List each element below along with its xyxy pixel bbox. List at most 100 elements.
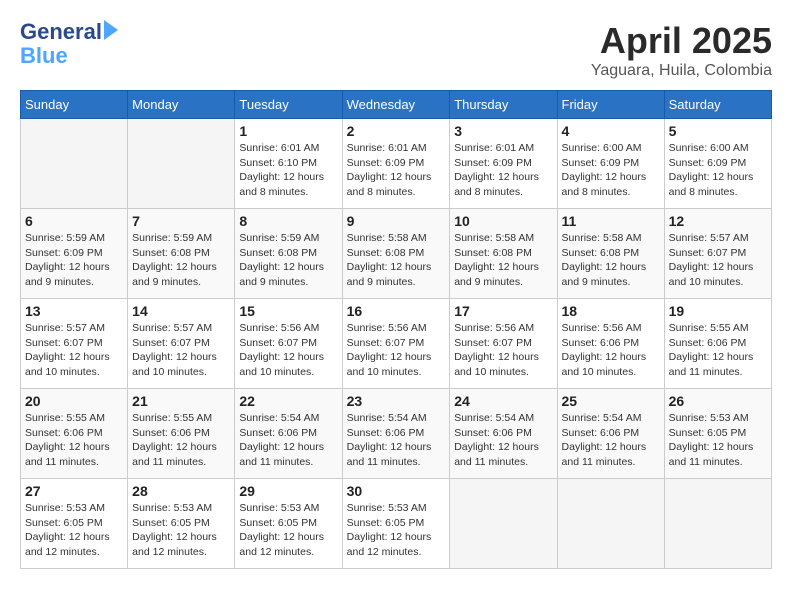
calendar-cell: 22 Sunrise: 5:54 AM Sunset: 6:06 PM Dayli… <box>235 389 342 479</box>
calendar-cell: 24Sunrise: 5:54 AM Sunset: 6:06 PM Dayli… <box>450 389 557 479</box>
day-number: 19 <box>669 303 767 319</box>
weekday-header-wednesday: Wednesday <box>342 91 450 119</box>
calendar-cell: 19 Sunrise: 5:55 AM Sunset: 6:06 PM Dayli… <box>664 299 771 389</box>
day-info: Sunrise: 5:59 AM Sunset: 6:08 PM Dayligh… <box>239 231 337 290</box>
calendar-cell: 13Sunrise: 5:57 AM Sunset: 6:07 PM Dayli… <box>21 299 128 389</box>
calendar-cell <box>128 119 235 209</box>
day-number: 3 <box>454 123 552 139</box>
calendar-cell: 5Sunrise: 6:00 AM Sunset: 6:09 PM Daylig… <box>664 119 771 209</box>
day-info: Sunrise: 5:58 AM Sunset: 6:08 PM Dayligh… <box>454 231 552 290</box>
day-number: 7 <box>132 213 230 229</box>
calendar-cell <box>21 119 128 209</box>
calendar-cell: 6 Sunrise: 5:59 AM Sunset: 6:09 PM Daylig… <box>21 209 128 299</box>
calendar-cell: 3 Sunrise: 6:01 AM Sunset: 6:09 PM Daylig… <box>450 119 557 209</box>
day-number: 9 <box>347 213 446 229</box>
day-info: Sunrise: 5:55 AM Sunset: 6:06 PM Dayligh… <box>669 321 767 380</box>
week-row-4: 20 Sunrise: 5:55 AM Sunset: 6:06 PM Dayli… <box>21 389 772 479</box>
weekday-header-tuesday: Tuesday <box>235 91 342 119</box>
calendar-cell: 1 Sunrise: 6:01 AM Sunset: 6:10 PM Daylig… <box>235 119 342 209</box>
calendar-cell: 25 Sunrise: 5:54 AM Sunset: 6:06 PM Dayli… <box>557 389 664 479</box>
day-info: Sunrise: 5:56 AM Sunset: 6:07 PM Dayligh… <box>454 321 552 380</box>
day-info: Sunrise: 5:54 AM Sunset: 6:06 PM Dayligh… <box>239 411 337 470</box>
day-number: 12 <box>669 213 767 229</box>
day-number: 5 <box>669 123 767 139</box>
calendar-cell: 16 Sunrise: 5:56 AM Sunset: 6:07 PM Dayli… <box>342 299 450 389</box>
day-info: Sunrise: 5:54 AM Sunset: 6:06 PM Dayligh… <box>347 411 446 470</box>
calendar-cell: 2 Sunrise: 6:01 AM Sunset: 6:09 PM Daylig… <box>342 119 450 209</box>
day-number: 30 <box>347 483 446 499</box>
day-number: 11 <box>562 213 660 229</box>
logo-arrow-icon <box>104 20 118 40</box>
weekday-header-monday: Monday <box>128 91 235 119</box>
week-row-5: 27 Sunrise: 5:53 AM Sunset: 6:05 PM Dayli… <box>21 479 772 569</box>
day-number: 26 <box>669 393 767 409</box>
day-number: 10 <box>454 213 552 229</box>
calendar-cell: 11 Sunrise: 5:58 AM Sunset: 6:08 PM Dayli… <box>557 209 664 299</box>
calendar-cell: 30 Sunrise: 5:53 AM Sunset: 6:05 PM Dayli… <box>342 479 450 569</box>
day-number: 18 <box>562 303 660 319</box>
calendar-cell: 12 Sunrise: 5:57 AM Sunset: 6:07 PM Dayli… <box>664 209 771 299</box>
calendar-cell: 17 Sunrise: 5:56 AM Sunset: 6:07 PM Dayli… <box>450 299 557 389</box>
day-number: 29 <box>239 483 337 499</box>
weekday-header-row: SundayMondayTuesdayWednesdayThursdayFrid… <box>21 91 772 119</box>
calendar-cell: 9 Sunrise: 5:58 AM Sunset: 6:08 PM Daylig… <box>342 209 450 299</box>
calendar-cell <box>664 479 771 569</box>
day-info: Sunrise: 5:54 AM Sunset: 6:06 PM Dayligh… <box>562 411 660 470</box>
day-info: Sunrise: 5:53 AM Sunset: 6:05 PM Dayligh… <box>239 501 337 560</box>
day-number: 14 <box>132 303 230 319</box>
day-info: Sunrise: 5:56 AM Sunset: 6:07 PM Dayligh… <box>239 321 337 380</box>
day-number: 1 <box>239 123 337 139</box>
day-number: 21 <box>132 393 230 409</box>
calendar-cell <box>450 479 557 569</box>
calendar-cell: 26 Sunrise: 5:53 AM Sunset: 6:05 PM Dayli… <box>664 389 771 479</box>
day-number: 15 <box>239 303 337 319</box>
week-row-1: 1 Sunrise: 6:01 AM Sunset: 6:10 PM Daylig… <box>21 119 772 209</box>
day-info: Sunrise: 6:01 AM Sunset: 6:09 PM Dayligh… <box>454 141 552 200</box>
weekday-header-saturday: Saturday <box>664 91 771 119</box>
title-area: April 2025 Yaguara, Huila, Colombia <box>591 20 772 80</box>
calendar-table: SundayMondayTuesdayWednesdayThursdayFrid… <box>20 90 772 569</box>
day-info: Sunrise: 5:59 AM Sunset: 6:09 PM Dayligh… <box>25 231 123 290</box>
day-info: Sunrise: 5:56 AM Sunset: 6:07 PM Dayligh… <box>347 321 446 380</box>
day-number: 17 <box>454 303 552 319</box>
calendar-cell: 20Sunrise: 5:55 AM Sunset: 6:06 PM Dayli… <box>21 389 128 479</box>
day-number: 25 <box>562 393 660 409</box>
day-number: 22 <box>239 393 337 409</box>
day-info: Sunrise: 6:01 AM Sunset: 6:09 PM Dayligh… <box>347 141 446 200</box>
day-info: Sunrise: 5:53 AM Sunset: 6:05 PM Dayligh… <box>669 411 767 470</box>
day-number: 13 <box>25 303 123 319</box>
day-info: Sunrise: 5:57 AM Sunset: 6:07 PM Dayligh… <box>132 321 230 380</box>
day-number: 8 <box>239 213 337 229</box>
day-number: 20 <box>25 393 123 409</box>
day-info: Sunrise: 5:54 AM Sunset: 6:06 PM Dayligh… <box>454 411 552 470</box>
month-title: April 2025 <box>591 20 772 62</box>
day-info: Sunrise: 5:57 AM Sunset: 6:07 PM Dayligh… <box>669 231 767 290</box>
calendar-cell: 4Sunrise: 6:00 AM Sunset: 6:09 PM Daylig… <box>557 119 664 209</box>
day-number: 16 <box>347 303 446 319</box>
day-number: 28 <box>132 483 230 499</box>
calendar-cell: 14 Sunrise: 5:57 AM Sunset: 6:07 PM Dayli… <box>128 299 235 389</box>
day-info: Sunrise: 5:53 AM Sunset: 6:05 PM Dayligh… <box>25 501 123 560</box>
day-info: Sunrise: 5:55 AM Sunset: 6:06 PM Dayligh… <box>132 411 230 470</box>
day-info: Sunrise: 5:58 AM Sunset: 6:08 PM Dayligh… <box>562 231 660 290</box>
calendar-cell: 10 Sunrise: 5:58 AM Sunset: 6:08 PM Dayli… <box>450 209 557 299</box>
day-info: Sunrise: 5:53 AM Sunset: 6:05 PM Dayligh… <box>347 501 446 560</box>
day-number: 27 <box>25 483 123 499</box>
day-number: 23 <box>347 393 446 409</box>
calendar-cell: 8 Sunrise: 5:59 AM Sunset: 6:08 PM Daylig… <box>235 209 342 299</box>
logo-text: General <box>20 20 102 44</box>
week-row-3: 13 Sunrise: 5:57 AM Sunset: 6:07 PM Dayli… <box>21 299 772 389</box>
logo-text2: Blue <box>20 44 68 68</box>
day-number: 2 <box>347 123 446 139</box>
header: General Blue April 2025 Yaguara, Huila, … <box>20 20 772 80</box>
calendar-cell <box>557 479 664 569</box>
weekday-header-thursday: Thursday <box>450 91 557 119</box>
day-info: Sunrise: 5:53 AM Sunset: 6:05 PM Dayligh… <box>132 501 230 560</box>
calendar-cell: 23 Sunrise: 5:54 AM Sunset: 6:06 PM Dayli… <box>342 389 450 479</box>
calendar-cell: 15 Sunrise: 5:56 AM Sunset: 6:07 PM Dayli… <box>235 299 342 389</box>
day-info: Sunrise: 6:01 AM Sunset: 6:10 PM Dayligh… <box>239 141 337 200</box>
day-number: 6 <box>25 213 123 229</box>
day-info: Sunrise: 5:58 AM Sunset: 6:08 PM Dayligh… <box>347 231 446 290</box>
calendar-cell: 21 Sunrise: 5:55 AM Sunset: 6:06 PM Dayli… <box>128 389 235 479</box>
calendar-cell: 27 Sunrise: 5:53 AM Sunset: 6:05 PM Dayli… <box>21 479 128 569</box>
